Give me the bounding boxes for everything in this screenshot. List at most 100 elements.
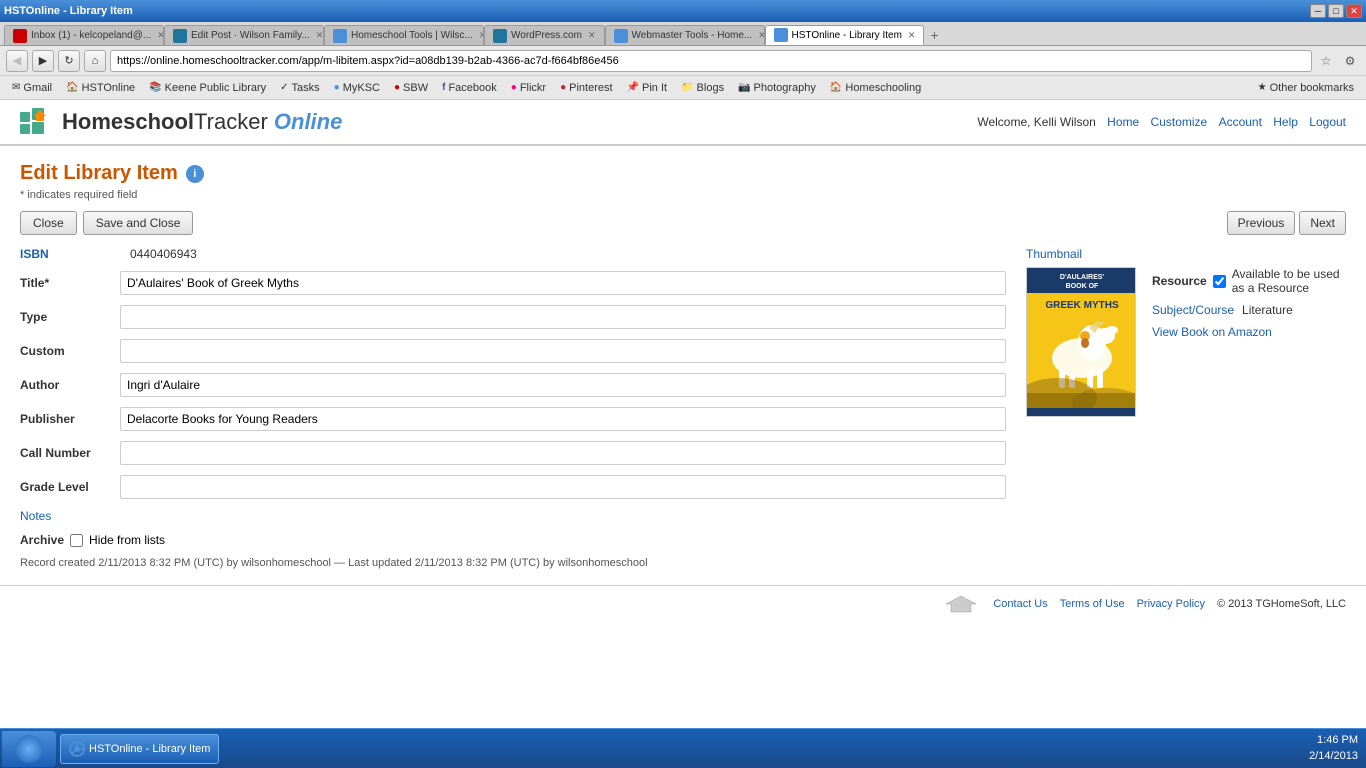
contact-us-link[interactable]: Contact Us — [993, 598, 1047, 610]
logo-text: HomeschoolTracker Online — [62, 109, 342, 135]
maximize-button[interactable]: □ — [1328, 4, 1344, 18]
help-link[interactable]: Help — [1273, 115, 1298, 129]
tasks-icon: ✓ — [280, 82, 288, 93]
tab-wordpress[interactable]: WordPress.com ✕ — [484, 25, 605, 45]
logo-house-icon — [20, 108, 56, 136]
info-icon[interactable]: i — [186, 165, 204, 183]
tab-close-wordpress[interactable]: ✕ — [588, 30, 596, 41]
hst-bookmark-icon: 🏠 — [66, 82, 78, 93]
address-bar[interactable] — [110, 50, 1312, 72]
call-number-input[interactable] — [120, 441, 1006, 465]
bookmark-sbw[interactable]: ● SBW — [388, 78, 434, 98]
bookmark-other[interactable]: ★ Other bookmarks — [1252, 78, 1360, 98]
bookmark-blogs[interactable]: 📁 Blogs — [675, 78, 730, 98]
edit-content: Edit Library Item i * indicates required… — [0, 146, 1366, 585]
book-cover-image: D'AULAIRES' BOOK OF GREEK MYTHS — [1026, 267, 1136, 417]
amazon-row: View Book on Amazon — [1152, 325, 1346, 339]
resource-checkbox[interactable] — [1213, 275, 1226, 288]
minimize-button[interactable]: ─ — [1310, 4, 1326, 18]
bookmark-pinterest[interactable]: ● Pinterest — [554, 78, 618, 98]
reload-button[interactable]: ↻ — [58, 50, 80, 72]
previous-button[interactable]: Previous — [1227, 211, 1296, 235]
top-actions-row: Close Save and Close Previous Next — [20, 211, 1346, 235]
bookmark-flickr[interactable]: ● Flickr — [505, 78, 552, 98]
amazon-link[interactable]: View Book on Amazon — [1152, 325, 1272, 339]
bookmark-gmail[interactable]: ✉ Gmail — [6, 78, 58, 98]
custom-row: Custom — [20, 339, 1006, 363]
grade-level-input[interactable] — [120, 475, 1006, 499]
subject-course-link[interactable]: Subject/Course — [1152, 303, 1234, 317]
svg-text:BOOK OF: BOOK OF — [1066, 283, 1099, 290]
publisher-label: Publisher — [20, 412, 120, 426]
bookmark-keene[interactable]: 📚 Keene Public Library — [143, 78, 272, 98]
wrench-icon[interactable]: ⚙ — [1340, 51, 1360, 71]
back-button[interactable]: ◀ — [6, 50, 28, 72]
start-button[interactable] — [2, 731, 56, 767]
prev-next-row: Previous Next — [1227, 211, 1346, 235]
tab-close-webmaster[interactable]: ✕ — [758, 30, 764, 41]
tab-close-hst[interactable]: ✕ — [908, 30, 916, 41]
hide-from-lists-label: Hide from lists — [89, 533, 165, 547]
tab-gmail[interactable]: Inbox (1) - kelcopeland@... ✕ — [4, 25, 164, 45]
bookmark-hst[interactable]: 🏠 HSTOnline — [60, 78, 141, 98]
publisher-input[interactable] — [120, 407, 1006, 431]
date: 2/14/2013 — [1309, 749, 1358, 764]
type-row: Type — [20, 305, 1006, 329]
photography-icon: 📷 — [738, 82, 750, 93]
subject-row: Subject/Course Literature — [1152, 303, 1346, 317]
form-right: Thumbnail — [1026, 247, 1346, 569]
tab-editpost[interactable]: Edit Post · Wilson Family... ✕ — [164, 25, 324, 45]
chrome-icon — [69, 741, 85, 757]
svg-text:D'AULAIRES': D'AULAIRES' — [1060, 274, 1104, 281]
taskbar: HSTOnline - Library Item 1:46 PM 2/14/20… — [0, 728, 1366, 768]
author-input[interactable] — [120, 373, 1006, 397]
tab-close-editpost[interactable]: ✕ — [316, 30, 324, 41]
tab-webmaster[interactable]: Webmaster Tools - Home... ✕ — [605, 25, 765, 45]
publisher-row: Publisher — [20, 407, 1006, 431]
tab-hst[interactable]: HSTOnline - Library Item ✕ — [765, 25, 925, 45]
hide-from-lists-checkbox[interactable] — [70, 534, 83, 547]
bookmark-tasks[interactable]: ✓ Tasks — [274, 78, 326, 98]
type-input[interactable] — [120, 305, 1006, 329]
bookmark-facebook[interactable]: f Facebook — [436, 78, 503, 98]
bookmark-myksc[interactable]: ● MyKSC — [328, 78, 386, 98]
next-button[interactable]: Next — [1299, 211, 1346, 235]
bookmark-pinit[interactable]: 📌 Pin It — [621, 78, 674, 98]
customize-link[interactable]: Customize — [1151, 115, 1208, 129]
page-title: Edit Library Item i — [20, 162, 1346, 185]
page-content: HomeschoolTracker Online Welcome, Kelli … — [0, 100, 1366, 728]
new-tab-button[interactable]: + — [924, 25, 944, 45]
svg-text:GREEK MYTHS: GREEK MYTHS — [1045, 300, 1119, 311]
isbn-link[interactable]: ISBN — [20, 247, 49, 261]
custom-label: Custom — [20, 344, 120, 358]
thumbnail-link[interactable]: Thumbnail — [1026, 247, 1082, 261]
isbn-value: 0440406943 — [130, 247, 197, 261]
bookmark-photography[interactable]: 📷 Photography — [732, 78, 822, 98]
save-and-close-button[interactable]: Save and Close — [83, 211, 194, 235]
notes-link[interactable]: Notes — [20, 509, 1006, 523]
author-label: Author — [20, 378, 120, 392]
bookmarks-bar: ✉ Gmail 🏠 HSTOnline 📚 Keene Public Libra… — [0, 76, 1366, 100]
title-bar: HSTOnline - Library Item ─ □ ✕ — [0, 0, 1366, 22]
custom-input[interactable] — [120, 339, 1006, 363]
hst-nav-links: Welcome, Kelli Wilson Home Customize Acc… — [977, 115, 1346, 129]
home-link[interactable]: Home — [1107, 115, 1139, 129]
star-icon[interactable]: ☆ — [1316, 51, 1336, 71]
tab-close-gmail[interactable]: ✕ — [157, 30, 164, 41]
tab-icon-hsttools — [333, 29, 347, 43]
taskbar-item-chrome[interactable]: HSTOnline - Library Item — [60, 734, 219, 764]
welcome-text: Welcome, Kelli Wilson — [977, 115, 1095, 129]
close-window-button[interactable]: ✕ — [1346, 4, 1362, 18]
resource-label: Resource — [1152, 274, 1207, 288]
tghomesoft-logo-icon — [941, 594, 981, 614]
terms-link[interactable]: Terms of Use — [1060, 598, 1125, 610]
bookmark-homeschooling[interactable]: 🏠 Homeschooling — [824, 78, 927, 98]
account-link[interactable]: Account — [1219, 115, 1262, 129]
title-input[interactable] — [120, 271, 1006, 295]
logout-link[interactable]: Logout — [1309, 115, 1346, 129]
forward-button[interactable]: ▶ — [32, 50, 54, 72]
home-button[interactable]: ⌂ — [84, 50, 106, 72]
tab-hsttools[interactable]: Homeschool Tools | Wilsc... ✕ — [324, 25, 484, 45]
privacy-link[interactable]: Privacy Policy — [1137, 598, 1205, 610]
close-button[interactable]: Close — [20, 211, 77, 235]
